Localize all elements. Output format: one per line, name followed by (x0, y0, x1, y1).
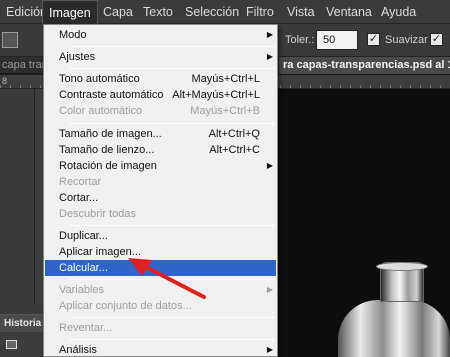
imagen-dropdown-menu: Modo ▶ Ajustes ▶ Tono automático Mayús+C… (43, 24, 278, 357)
menu-separator (70, 68, 275, 69)
menu-seleccion[interactable]: Selección (179, 0, 245, 24)
menu-item-shortcut: Alt+Mayús+Ctrl+L (172, 89, 260, 101)
menu-ayuda[interactable]: Ayuda (375, 0, 422, 24)
menu-separator (70, 225, 275, 226)
menu-item-label: Aplicar imagen... (59, 246, 141, 258)
menu-item-label: Recortar (59, 176, 102, 188)
menu-item-aplicar-imagen[interactable]: Aplicar imagen... (45, 244, 276, 260)
menu-ventana[interactable]: Ventana (320, 0, 378, 24)
menu-item-label: Tamaño de imagen... (59, 128, 162, 140)
menu-separator (70, 317, 275, 318)
menu-separator (70, 339, 275, 340)
menu-item-label: Duplicar... (59, 230, 108, 242)
menu-item-calcular[interactable]: Calcular... (45, 260, 276, 276)
tool-preset-icon[interactable] (2, 32, 18, 48)
menu-item-duplicar[interactable]: Duplicar... (45, 228, 276, 244)
menu-item-label: Descubrir todas (59, 208, 137, 220)
menu-texto[interactable]: Texto (137, 0, 179, 24)
menu-item-label: Reventar... (59, 322, 113, 334)
menu-item-contraste-automatico[interactable]: Contraste automático Alt+Mayús+Ctrl+L (45, 87, 276, 103)
menu-item-label: Calcular... (59, 262, 108, 274)
menu-item-label: Tamaño de lienzo... (59, 144, 155, 156)
menu-filtro[interactable]: Filtro (240, 0, 280, 24)
submenu-arrow-icon: ▶ (266, 52, 273, 61)
menu-item-label: Aplicar conjunto de datos... (59, 300, 192, 312)
menu-item-aplicar-conjunto-datos: Aplicar conjunto de datos... (45, 298, 276, 314)
menu-item-shortcut: Alt+Ctrl+C (209, 144, 260, 156)
menu-item-cortar[interactable]: Cortar... (45, 190, 276, 206)
tolerance-label: Toler.: (285, 34, 315, 46)
menu-item-modo[interactable]: Modo ▶ (45, 27, 276, 43)
ruler-number: 8 (2, 76, 8, 86)
history-panel-tab[interactable]: Historia (0, 314, 44, 332)
menu-item-label: Rotación de imagen (59, 160, 157, 172)
menu-bar: Edición Imagen Capa Texto Selección Filt… (0, 0, 450, 24)
menu-item-shortcut: Mayús+Ctrl+B (190, 105, 260, 117)
menu-capa[interactable]: Capa (97, 0, 139, 24)
menu-item-tamano-lienzo[interactable]: Tamaño de lienzo... Alt+Ctrl+C (45, 142, 276, 158)
menu-item-label: Modo (59, 29, 87, 41)
menu-vista[interactable]: Vista (281, 0, 321, 24)
menu-imagen[interactable]: Imagen (42, 0, 98, 24)
menu-item-tamano-imagen[interactable]: Tamaño de imagen... Alt+Ctrl+Q (45, 126, 276, 142)
smooth-checkbox[interactable]: ✓ (367, 33, 380, 46)
contiguous-checkbox[interactable]: ✓ (430, 33, 443, 46)
bottle-image-body (338, 300, 450, 357)
submenu-arrow-icon: ▶ (266, 161, 273, 170)
snapshot-icon[interactable] (6, 340, 17, 349)
menu-item-label: Color automático (59, 105, 143, 117)
menu-item-label: Variables (59, 284, 105, 296)
submenu-arrow-icon: ▶ (266, 30, 273, 39)
document-tab-active[interactable]: ra capas-transparencias.psd al 10 (279, 57, 450, 74)
tolerance-input[interactable] (316, 30, 358, 50)
menu-item-descubrir-todas: Descubrir todas (45, 206, 276, 222)
menu-item-shortcut: Mayús+Ctrl+L (191, 73, 260, 85)
menu-item-tono-automatico[interactable]: Tono automático Mayús+Ctrl+L (45, 71, 276, 87)
menu-item-label: Cortar... (59, 192, 99, 204)
bottle-image-rim (376, 262, 428, 271)
menu-item-label: Contraste automático (59, 89, 164, 101)
menu-item-recortar: Recortar (45, 174, 276, 190)
menu-item-label: Ajustes (59, 51, 96, 63)
menu-item-color-automatico: Color automático Mayús+Ctrl+B (45, 103, 276, 119)
menu-item-label: Análisis (59, 344, 97, 356)
menu-item-reventar: Reventar... (45, 320, 276, 336)
menu-item-analisis[interactable]: Análisis ▶ (45, 342, 276, 356)
menu-item-variables: Variables ▶ (45, 282, 276, 298)
menu-item-label: Tono automático (59, 73, 140, 85)
submenu-arrow-icon: ▶ (266, 285, 273, 294)
menu-separator (70, 123, 275, 124)
menu-separator (70, 279, 275, 280)
submenu-arrow-icon: ▶ (266, 345, 273, 354)
smooth-label: Suavizar (385, 34, 428, 46)
menu-item-ajustes[interactable]: Ajustes ▶ (45, 49, 276, 65)
menu-separator (70, 46, 275, 47)
menu-item-shortcut: Alt+Ctrl+Q (208, 128, 260, 140)
menu-item-rotacion-imagen[interactable]: Rotación de imagen ▶ (45, 158, 276, 174)
